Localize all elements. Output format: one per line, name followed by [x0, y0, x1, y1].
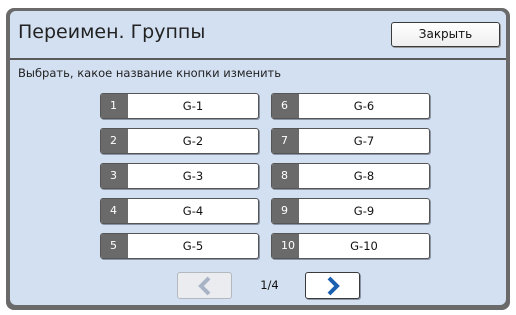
- group-button-1[interactable]: 1 G-1: [100, 93, 259, 119]
- group-button-5[interactable]: 5 G-5: [100, 233, 259, 259]
- group-button-6[interactable]: 6 G-6: [271, 93, 430, 119]
- group-number: 4: [101, 199, 128, 223]
- group-name: G-5: [182, 239, 204, 253]
- group-button-2[interactable]: 2 G-2: [100, 128, 259, 154]
- group-name: G-9: [353, 204, 375, 218]
- group-button-8[interactable]: 8 G-8: [271, 163, 430, 189]
- group-name: G-4: [182, 204, 204, 218]
- group-name: G-3: [182, 169, 204, 183]
- chevron-right-icon: [327, 276, 340, 296]
- group-button-3[interactable]: 3 G-3: [100, 163, 259, 189]
- title-bar: Переимен. Группы Закрыть: [10, 11, 506, 60]
- group-button-10[interactable]: 10 G-10: [271, 233, 430, 259]
- dialog-panel: Переимен. Группы Закрыть Выбрать, какое …: [10, 11, 506, 305]
- group-name: G-1: [182, 99, 204, 113]
- group-button-7[interactable]: 7 G-7: [271, 128, 430, 154]
- instruction-text: Выбрать, какое название кнопки изменить: [18, 66, 282, 80]
- group-number: 9: [272, 199, 299, 223]
- group-button-9[interactable]: 9 G-9: [271, 198, 430, 224]
- group-number: 5: [101, 234, 128, 258]
- close-button[interactable]: Закрыть: [391, 22, 500, 47]
- group-name: G-8: [353, 169, 375, 183]
- previous-page-button[interactable]: [177, 272, 232, 299]
- group-number: 10: [272, 234, 299, 258]
- group-name: G-7: [353, 134, 375, 148]
- group-number: 3: [101, 164, 128, 188]
- page-title: Переимен. Группы: [18, 21, 206, 43]
- group-number: 8: [272, 164, 299, 188]
- group-name: G-10: [350, 239, 378, 253]
- group-name: G-2: [182, 134, 204, 148]
- group-number: 2: [101, 129, 128, 153]
- chevron-left-icon: [198, 276, 211, 296]
- group-button-4[interactable]: 4 G-4: [100, 198, 259, 224]
- group-name: G-6: [353, 99, 375, 113]
- page-indicator: 1/4: [260, 278, 279, 292]
- next-page-button[interactable]: [305, 272, 360, 299]
- group-number: 7: [272, 129, 299, 153]
- group-number: 6: [272, 94, 299, 118]
- group-number: 1: [101, 94, 128, 118]
- window-frame: Переимен. Группы Закрыть Выбрать, какое …: [6, 8, 510, 310]
